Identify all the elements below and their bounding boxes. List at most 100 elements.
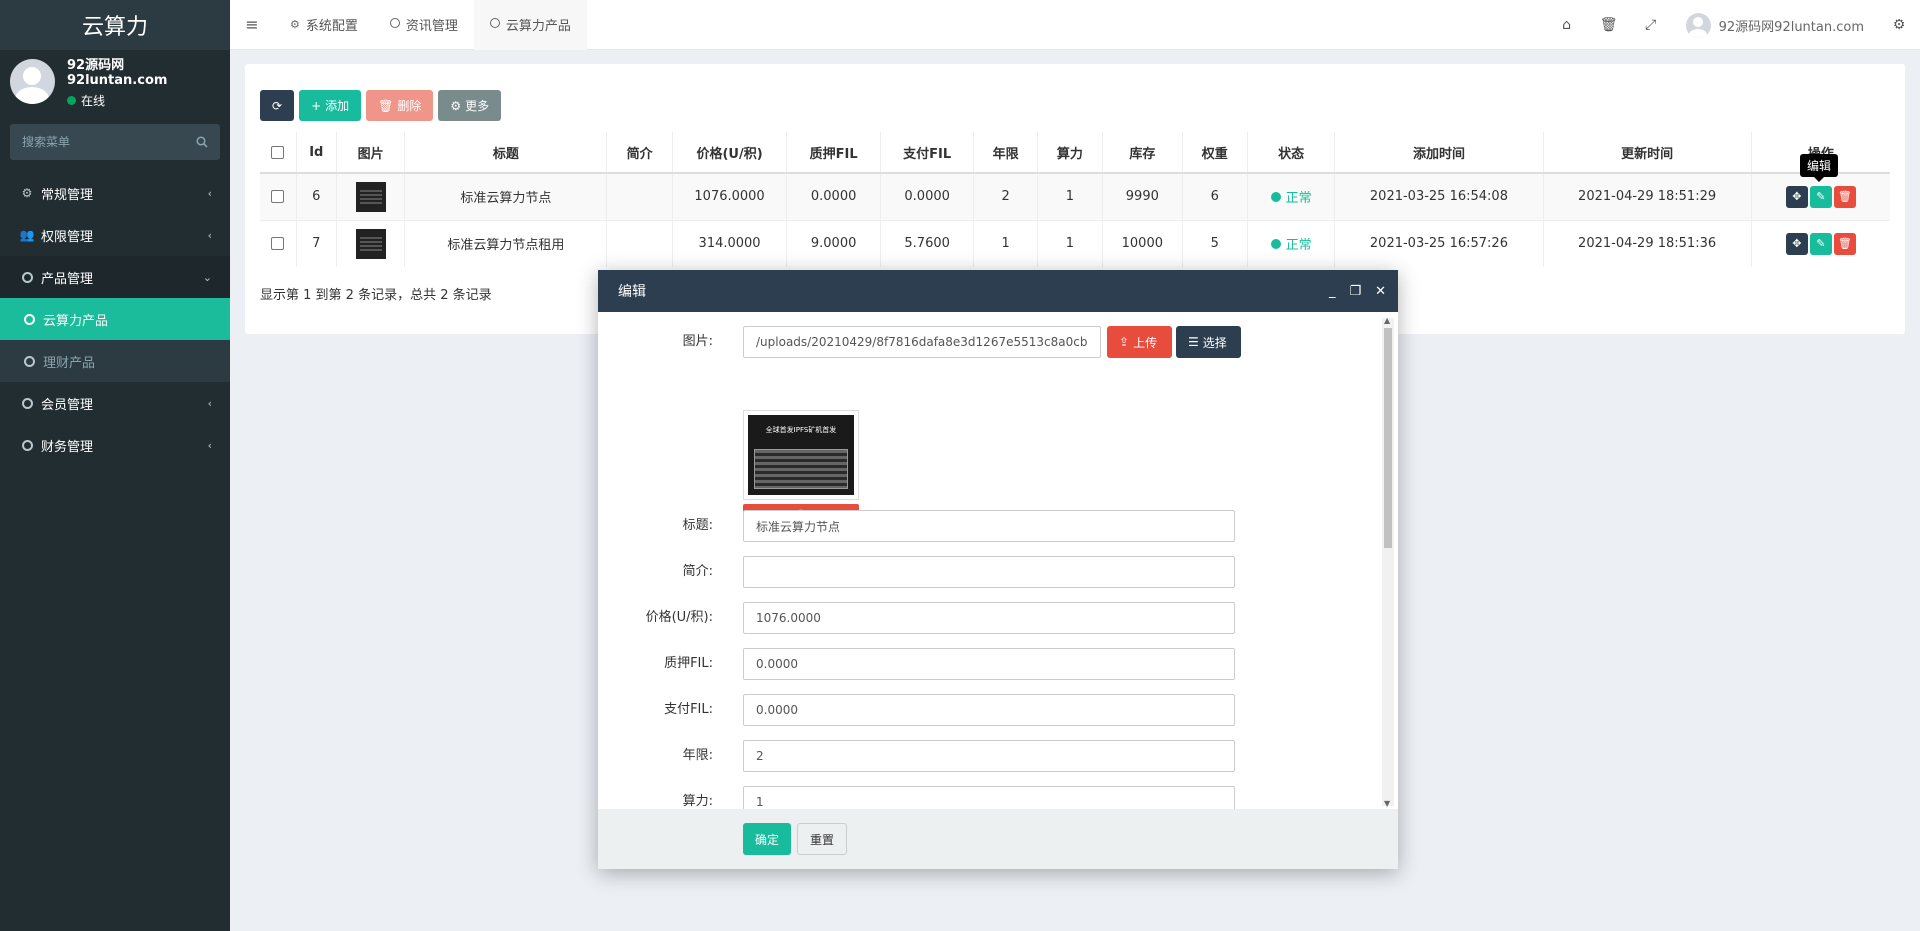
row-select-cell bbox=[260, 219, 297, 267]
more-button[interactable]: ⚙ 更多 bbox=[438, 90, 502, 121]
tab-system-config[interactable]: ⚙ 系统配置 bbox=[274, 0, 374, 50]
status-dot-icon bbox=[1270, 238, 1281, 249]
status-badge: 正常 bbox=[1270, 234, 1312, 253]
form-row-pledge: 质押FIL: bbox=[598, 648, 1378, 680]
add-button[interactable]: + 添加 bbox=[299, 90, 362, 121]
drag-sort-button[interactable]: ✥ bbox=[1785, 185, 1808, 208]
cell-created: 2021-03-25 16:54:08 bbox=[1334, 172, 1544, 220]
menu-item-cloud-power-products[interactable]: 云算力产品 bbox=[0, 298, 230, 340]
cell-title: 标准云算力节点租用 bbox=[404, 219, 607, 267]
cell-price: 314.0000 bbox=[671, 219, 787, 267]
cell-status: 正常 bbox=[1246, 219, 1335, 267]
modal-scrollbar[interactable]: ▲ ▼ bbox=[1382, 316, 1394, 808]
product-thumbnail[interactable] bbox=[355, 181, 386, 212]
refresh-button[interactable]: ⟳ bbox=[260, 90, 295, 121]
header-username: 92源码网92luntan.com bbox=[1718, 19, 1864, 35]
reset-button[interactable]: 重置 bbox=[797, 823, 848, 855]
modal-body: 图片: ⇪上传 ☰选择 全球首发IPFS矿机首发 🗑 标题: 简介: 价格(U/… bbox=[598, 312, 1398, 809]
price-input[interactable] bbox=[743, 602, 1235, 634]
cell-pledge: 9.0000 bbox=[786, 219, 881, 267]
drag-sort-button[interactable]: ✥ bbox=[1785, 232, 1808, 255]
menu-item-general[interactable]: ⚙ 常规管理 ‹ bbox=[0, 172, 230, 214]
delete-row-button[interactable]: 🗑 bbox=[1833, 185, 1856, 208]
toolbar: ⟳ + 添加 🗑 删除 ⚙ 更多 bbox=[260, 90, 502, 121]
form-row-title: 标题: bbox=[598, 510, 1378, 542]
menu-search-input[interactable] bbox=[22, 135, 172, 149]
form-row-power: 算力: bbox=[598, 786, 1378, 809]
menu-item-members[interactable]: 会员管理 ‹ bbox=[0, 382, 230, 424]
modal-header[interactable]: 编辑 _ ❐ ✕ bbox=[598, 270, 1398, 312]
row-checkbox[interactable] bbox=[271, 190, 285, 204]
cell-title: 标准云算力节点 bbox=[404, 172, 607, 220]
delete-row-button[interactable]: 🗑 bbox=[1833, 232, 1856, 255]
circle-icon bbox=[22, 313, 36, 325]
minimize-icon[interactable]: _ bbox=[1329, 284, 1336, 299]
col-price: 价格(U/积) bbox=[671, 132, 787, 174]
cell-image bbox=[335, 219, 405, 267]
maximize-icon[interactable]: ❐ bbox=[1349, 284, 1361, 299]
col-updated: 更新时间 bbox=[1542, 132, 1752, 174]
power-input[interactable] bbox=[743, 786, 1235, 809]
user-avatar bbox=[10, 58, 55, 104]
cell-years: 2 bbox=[973, 172, 1038, 220]
table-row[interactable]: 6 标准云算力节点 1076.0000 0.0000 0.0000 2 1 99… bbox=[260, 172, 1890, 220]
gear-icon: ⚙ bbox=[290, 18, 300, 31]
fullscreen-icon[interactable]: ⤢ bbox=[1630, 0, 1672, 50]
close-icon[interactable]: ✕ bbox=[1375, 284, 1386, 299]
form-row-pay: 支付FIL: bbox=[598, 694, 1378, 726]
title-input[interactable] bbox=[743, 510, 1235, 542]
image-preview[interactable]: 全球首发IPFS矿机首发 bbox=[743, 410, 859, 500]
menu-item-finance[interactable]: 财务管理 ‹ bbox=[0, 424, 230, 466]
header-user-menu[interactable]: 92源码网92luntan.com bbox=[1672, 12, 1878, 38]
row-checkbox[interactable] bbox=[271, 237, 285, 251]
menu-item-products[interactable]: 产品管理 ⌄ bbox=[0, 256, 230, 298]
edit-button[interactable]: ✎ bbox=[1809, 185, 1832, 208]
edit-modal: 编辑 _ ❐ ✕ 图片: ⇪上传 ☰选择 全球首发IPFS矿机首发 🗑 标题: … bbox=[598, 270, 1398, 869]
col-id[interactable]: Id bbox=[295, 132, 337, 174]
scroll-up-icon[interactable]: ▲ bbox=[1384, 316, 1390, 325]
table-row[interactable]: 7 标准云算力节点租用 314.0000 9.0000 5.7600 1 1 1… bbox=[260, 219, 1890, 267]
home-icon[interactable]: ⌂ bbox=[1546, 0, 1588, 50]
menu-toggle-icon[interactable]: ≡ bbox=[230, 0, 274, 50]
chevron-down-icon: ⌄ bbox=[202, 270, 212, 284]
tab-cloud-power-products[interactable]: 云算力产品 bbox=[473, 0, 587, 50]
user-panel: 92源码网92luntan.com 在线 bbox=[0, 50, 230, 112]
years-input[interactable] bbox=[743, 740, 1235, 772]
cell-power: 1 bbox=[1036, 219, 1103, 267]
select-all-checkbox[interactable] bbox=[271, 145, 285, 159]
col-power: 算力 bbox=[1036, 132, 1103, 174]
trash-icon[interactable]: 🗑 bbox=[1588, 0, 1630, 50]
menu-item-finance-products[interactable]: 理财产品 bbox=[0, 340, 230, 382]
top-header: ≡ ⚙ 系统配置 资讯管理 云算力产品 ⌂ 🗑 ⤢ 92源码网92luntan.… bbox=[230, 0, 1920, 50]
confirm-button[interactable]: 确定 bbox=[743, 823, 792, 855]
user-status: 在线 bbox=[67, 92, 220, 109]
select-button[interactable]: ☰ 选择 bbox=[1176, 326, 1241, 358]
select-all-cell bbox=[260, 132, 297, 174]
server-rack-graphic bbox=[754, 449, 848, 489]
status-dot-icon bbox=[1270, 191, 1281, 202]
settings-icon[interactable]: ⚙ bbox=[1878, 0, 1920, 50]
upload-button[interactable]: ⇪ 上传 bbox=[1107, 326, 1172, 358]
edit-button[interactable]: ✎ bbox=[1809, 232, 1832, 255]
col-pledge-fil: 质押FIL bbox=[786, 132, 881, 174]
scroll-thumb[interactable] bbox=[1384, 328, 1392, 548]
form-row-intro: 简介: bbox=[598, 556, 1378, 588]
product-thumbnail[interactable] bbox=[355, 228, 386, 259]
cell-id: 6 bbox=[295, 172, 337, 220]
refresh-icon: ⟳ bbox=[272, 98, 283, 113]
intro-input[interactable] bbox=[743, 556, 1235, 588]
sidebar-search bbox=[10, 124, 220, 160]
cell-id: 7 bbox=[295, 219, 337, 267]
pledge-fil-input[interactable] bbox=[743, 648, 1235, 680]
scroll-down-icon[interactable]: ▼ bbox=[1384, 799, 1390, 808]
search-icon[interactable] bbox=[196, 136, 208, 148]
app-logo[interactable]: 云算力 bbox=[0, 0, 230, 50]
cell-years: 1 bbox=[973, 219, 1038, 267]
pay-fil-input[interactable] bbox=[743, 694, 1235, 726]
circle-icon bbox=[20, 439, 34, 451]
menu-item-permissions[interactable]: 👥 权限管理 ‹ bbox=[0, 214, 230, 256]
cell-stock: 9990 bbox=[1102, 172, 1183, 220]
image-path-input[interactable] bbox=[743, 326, 1101, 358]
delete-button[interactable]: 🗑 删除 bbox=[366, 90, 434, 121]
tab-news-management[interactable]: 资讯管理 bbox=[374, 0, 474, 50]
